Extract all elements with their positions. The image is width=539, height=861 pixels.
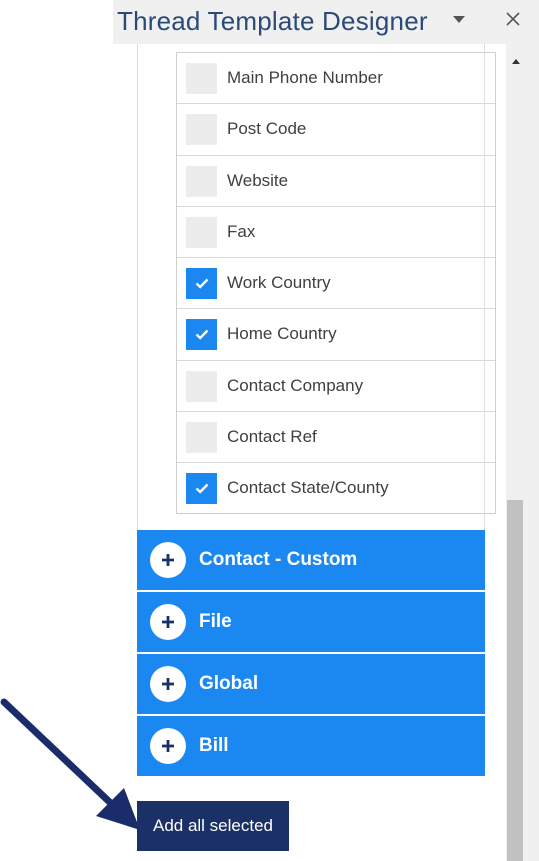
- field-row[interactable]: Fax: [177, 207, 495, 258]
- section-header[interactable]: File: [137, 592, 485, 652]
- field-label: Home Country: [227, 324, 337, 344]
- section-label: Bill: [199, 735, 229, 756]
- expand-button[interactable]: [150, 604, 186, 640]
- vertical-scrollbar[interactable]: [506, 44, 525, 861]
- field-row[interactable]: Post Code: [177, 104, 495, 156]
- field-row[interactable]: Contact Ref: [177, 412, 495, 463]
- field-row[interactable]: Work Country: [177, 258, 495, 310]
- field-checkbox[interactable]: [186, 216, 217, 248]
- expand-button[interactable]: [150, 728, 186, 764]
- field-row[interactable]: Main Phone Number: [177, 53, 495, 105]
- expand-button[interactable]: [150, 542, 186, 578]
- section-label: Contact - Custom: [199, 549, 358, 570]
- field-checkbox[interactable]: [186, 421, 217, 453]
- scroll-up-icon: [511, 58, 520, 64]
- field-row[interactable]: Website: [177, 156, 495, 207]
- section-header[interactable]: Contact - Custom: [137, 530, 485, 590]
- field-checkbox[interactable]: [186, 319, 217, 351]
- field-checkbox[interactable]: [186, 114, 217, 146]
- field-label: Contact Company: [227, 375, 364, 395]
- field-list: Main Phone Number Post Code Website Fax Work…: [176, 52, 496, 514]
- scroll-thumb[interactable]: [507, 500, 523, 861]
- plus-icon: [162, 554, 174, 566]
- field-label: Work Country: [227, 273, 331, 292]
- plus-icon: [162, 616, 174, 628]
- field-label: Post Code: [227, 119, 307, 139]
- section-label: Global: [199, 673, 259, 694]
- field-checkbox[interactable]: [186, 268, 217, 299]
- pane-title: Thread Template Designer: [117, 6, 428, 36]
- field-label: Website: [227, 170, 289, 190]
- scroll-up-button[interactable]: [506, 54, 525, 68]
- field-checkbox[interactable]: [186, 473, 217, 504]
- section-header[interactable]: Global: [137, 654, 485, 714]
- plus-icon: [162, 740, 174, 752]
- close-icon: [506, 12, 520, 26]
- field-checkbox[interactable]: [186, 63, 217, 94]
- section-label: File: [199, 611, 232, 632]
- pane-content: Main Phone Number Post Code Website Fax Work…: [113, 44, 506, 861]
- add-all-selected-button[interactable]: Add all selected: [137, 801, 289, 851]
- field-checkbox[interactable]: [186, 370, 217, 402]
- field-row[interactable]: Home Country: [177, 309, 495, 361]
- checkmark-icon: [195, 278, 208, 289]
- checkmark-icon: [195, 483, 208, 494]
- expand-button[interactable]: [150, 666, 186, 702]
- field-label: Contact Ref: [227, 426, 317, 446]
- checkmark-icon: [195, 329, 208, 340]
- field-label: Main Phone Number: [227, 68, 383, 87]
- field-row[interactable]: Contact Company: [177, 361, 495, 412]
- close-button[interactable]: [502, 8, 524, 30]
- chevron-down-icon: [453, 16, 465, 23]
- pane-header: Thread Template Designer: [113, 0, 539, 44]
- pane-options-button[interactable]: [452, 14, 466, 26]
- plus-icon: [162, 678, 174, 690]
- section-header[interactable]: Bill: [137, 716, 485, 776]
- field-row[interactable]: Contact State/County: [177, 463, 495, 514]
- field-label: Fax: [227, 221, 256, 241]
- expanded-section: Main Phone Number Post Code Website Fax Work…: [137, 44, 496, 531]
- task-pane: Thread Template Designer Main Phone Numb…: [113, 0, 539, 861]
- field-label: Contact State/County: [227, 478, 389, 497]
- field-checkbox[interactable]: [186, 165, 217, 197]
